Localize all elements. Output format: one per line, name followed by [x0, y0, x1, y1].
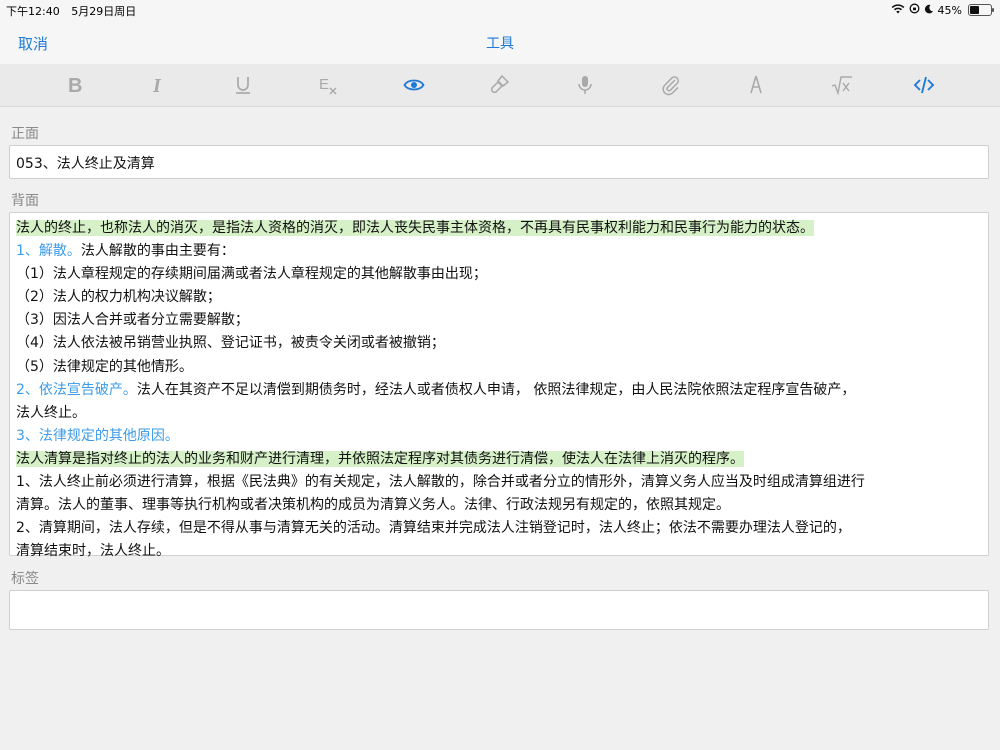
back-line: 法人终止。 — [16, 404, 86, 421]
status-left: 下午12:40 5月29日周日 — [6, 3, 144, 19]
back-field[interactable]: 法人的终止，也称法人的消灭，是指法人资格的消灭，即法人丧失民事主体资格，不再具有… — [9, 212, 989, 559]
svg-text:E: E — [319, 76, 329, 93]
back-line: 清算。法人的董事、理事等执行机构或者决策机构的成员为清算义务人。法律、行政法规另… — [16, 497, 730, 514]
list-item: （1）法人章程规定的存续期间届满或者法人章程规定的其他解散事由出现； — [16, 266, 487, 283]
wifi-icon — [891, 3, 905, 17]
status-right: 45% — [891, 3, 994, 17]
nav-title-container: 工具 — [0, 33, 1000, 53]
battery-level — [970, 6, 979, 14]
list-item: （2）法人的权力机构决议解散； — [16, 289, 221, 306]
nav-bar: 取消 工具 — [0, 20, 1000, 64]
tags-label: 标签 — [11, 571, 39, 587]
status-time: 下午12:40 — [6, 5, 60, 18]
back-line: 1、解散。法人解散的事由主要有： — [16, 240, 982, 263]
battery-icon — [968, 4, 994, 16]
front-label: 正面 — [11, 126, 39, 142]
battery-percent: 45% — [937, 3, 962, 17]
section-heading: 2、依法宣告破产。 — [16, 381, 137, 398]
eye-icon[interactable] — [401, 72, 427, 98]
section-text: 法人解散的事由主要有： — [80, 243, 235, 260]
list-item: （4）法人依法被吊销营业执照、登记证书，被责令关闭或者被撤销； — [16, 335, 445, 352]
back-line: 清算结束时，法人终止。 — [16, 543, 170, 560]
sqrt-icon[interactable] — [829, 72, 855, 98]
front-field[interactable]: 053、法人终止及清算 — [9, 145, 989, 179]
bold-icon[interactable]: B — [63, 72, 89, 98]
tools-button[interactable]: 工具 — [486, 36, 514, 52]
back-line: 2、依法宣告破产。法人在其资产不足以清偿到期债务时，经法人或者债权人申请， 依照… — [16, 379, 982, 402]
intro-highlight: 法人的终止，也称法人的消灭，是指法人资格的消灭，即法人丧失民事主体资格，不再具有… — [16, 220, 814, 236]
status-bar: 下午12:40 5月29日周日 45% — [0, 0, 1000, 20]
paperclip-icon[interactable] — [658, 72, 684, 98]
section-heading: 1、解散。 — [16, 243, 81, 260]
brush-icon[interactable] — [486, 72, 512, 98]
mic-icon[interactable] — [572, 72, 598, 98]
code-icon[interactable] — [911, 72, 937, 98]
svg-text:B: B — [68, 75, 82, 96]
rotation-lock-icon — [909, 3, 920, 17]
section-text: 法人在其资产不足以清偿到期债务时，经法人或者债权人申请， 依照法律规定，由人民法… — [136, 381, 856, 398]
underline-icon[interactable] — [230, 72, 256, 98]
front-text: 053、法人终止及清算 — [16, 156, 155, 172]
moon-icon — [924, 4, 934, 17]
list-item: （5）法律规定的其他情形。 — [16, 358, 193, 375]
pen-icon[interactable] — [743, 72, 769, 98]
svg-text:I: I — [152, 75, 162, 96]
definition-highlight: 法人清算是指对终止的法人的业务和财产进行清理，并依照法定程序对其债务进行清偿，使… — [16, 450, 744, 467]
list-item: （3）因法人合并或者分立需要解散； — [16, 312, 249, 329]
status-date: 5月29日周日 — [71, 5, 137, 18]
back-label: 背面 — [11, 193, 39, 209]
tags-field[interactable] — [9, 590, 989, 630]
clear-format-icon[interactable]: E — [315, 72, 341, 98]
back-line: 法人的终止，也称法人的消灭，是指法人资格的消灭，即法人丧失民事主体资格，不再具有… — [16, 217, 982, 240]
format-toolbar: B I E — [0, 64, 1000, 107]
section-heading: 3、法律规定的其他原因。 — [16, 427, 179, 444]
back-line: 法人清算是指对终止的法人的业务和财产进行清理，并依照法定程序对其债务进行清偿，使… — [16, 448, 982, 471]
back-line: 3、法律规定的其他原因。 — [16, 425, 982, 448]
italic-icon[interactable]: I — [145, 72, 171, 98]
back-line: 2、清算期间，法人存续，但是不得从事与清算无关的活动。清算结束并完成法人注销登记… — [16, 520, 851, 537]
cancel-button[interactable]: 取消 — [18, 33, 48, 54]
back-line: 1、法人终止前必须进行清算，根据《民法典》的有关规定，法人解散的，除合并或者分立… — [16, 474, 865, 491]
